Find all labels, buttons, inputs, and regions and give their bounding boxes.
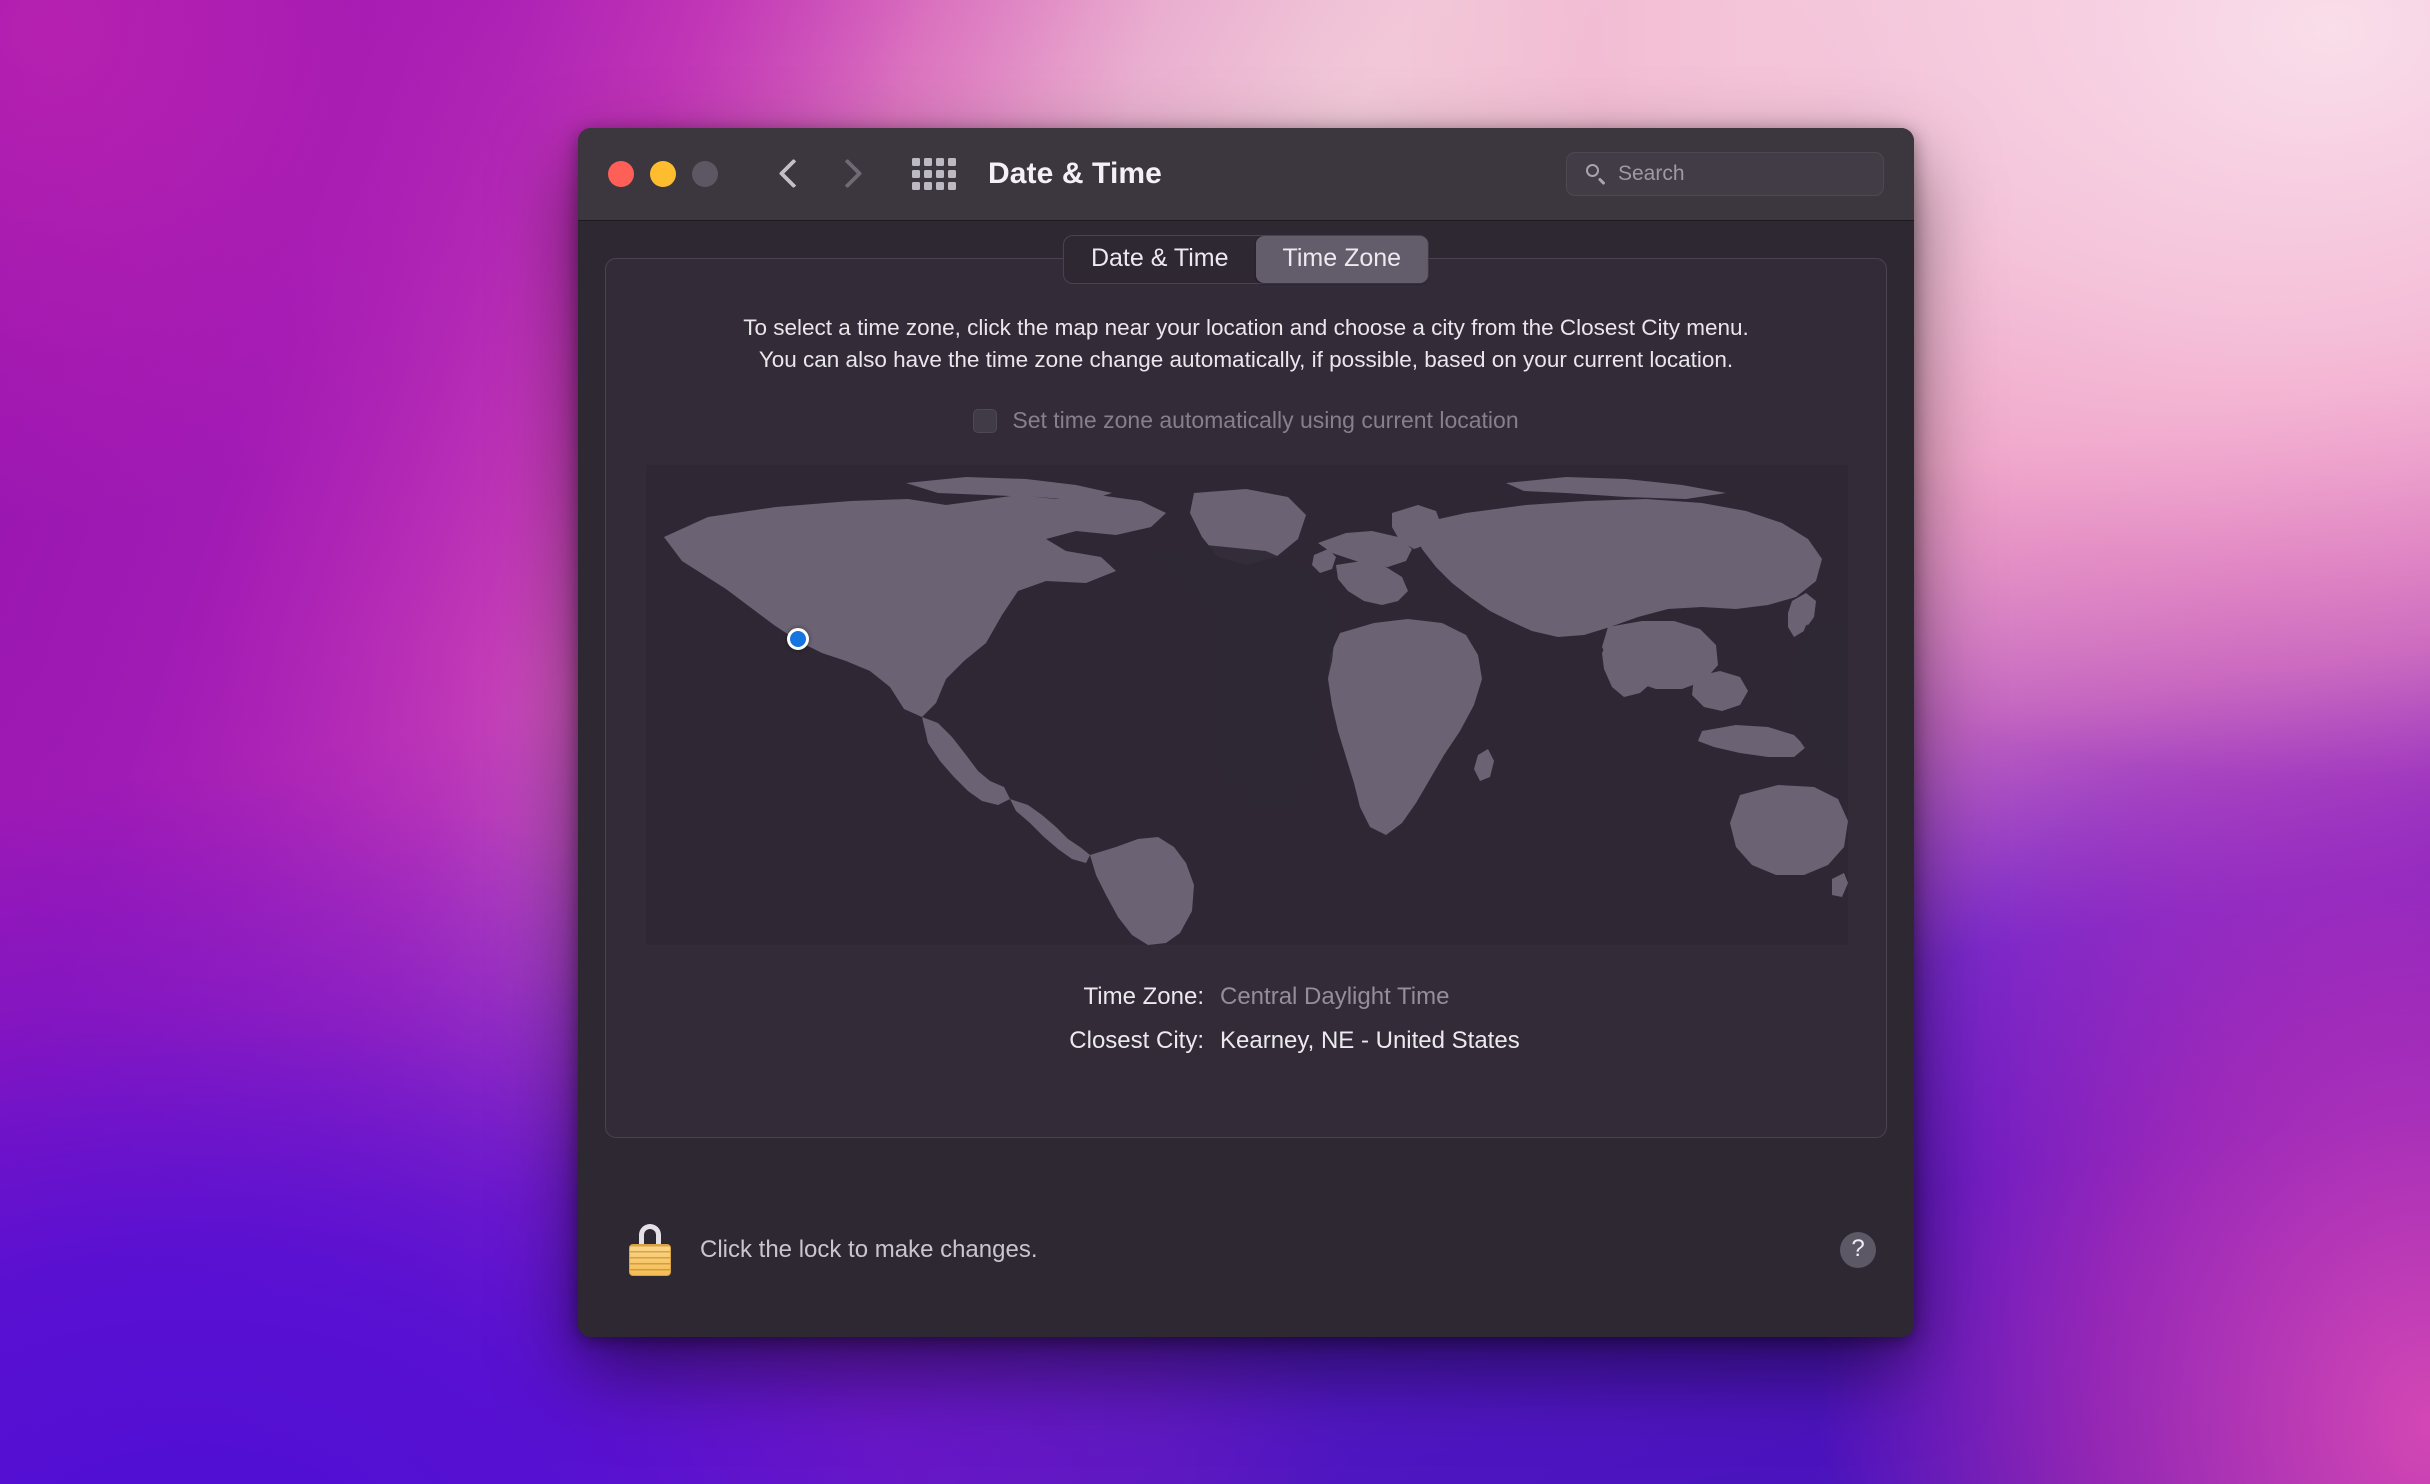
date-and-time-preferences-window: Date & Time Search Date & Time Time Zone… — [578, 128, 1914, 1337]
world-map-svg — [646, 465, 1848, 945]
grid-dot — [912, 170, 920, 178]
timezone-value: Central Daylight Time — [1220, 983, 1450, 1010]
navigation-buttons — [778, 157, 860, 191]
window-body: Date & Time Time Zone To select a time z… — [578, 221, 1914, 1337]
timezone-row: Time Zone: Central Daylight Time — [606, 983, 1886, 1011]
window-titlebar: Date & Time Search — [578, 128, 1914, 221]
grid-dot — [924, 158, 932, 166]
window-title: Date & Time — [988, 157, 1162, 190]
instructions-text: To select a time zone, click the map nea… — [606, 312, 1886, 376]
grid-dot — [912, 158, 920, 166]
timezone-panel: Date & Time Time Zone To select a time z… — [605, 236, 1887, 1138]
help-question-icon[interactable]: ? — [1840, 1231, 1876, 1268]
grid-dot — [912, 182, 920, 190]
grid-dot — [924, 170, 932, 178]
tab-time-zone[interactable]: Time Zone — [1255, 236, 1429, 283]
search-field[interactable]: Search — [1566, 152, 1884, 196]
search-icon — [1585, 163, 1607, 185]
traffic-lights — [608, 161, 718, 187]
tab-bar: Date & Time Time Zone — [1063, 236, 1429, 283]
location-marker-icon — [787, 628, 809, 650]
closest-city-row: Closest City: Kearney, NE - United State… — [606, 1027, 1886, 1055]
grid-dot — [948, 170, 956, 178]
auto-timezone-label: Set time zone automatically using curren… — [1012, 407, 1519, 433]
auto-timezone-row[interactable]: Set time zone automatically using curren… — [606, 407, 1886, 434]
auto-timezone-checkbox[interactable] — [973, 408, 998, 433]
lock-body — [629, 1243, 671, 1276]
minimize-button[interactable] — [650, 161, 676, 187]
timezone-label: Time Zone: — [1083, 983, 1204, 1010]
closest-city-value[interactable]: Kearney, NE - United States — [1220, 1027, 1520, 1055]
chevron-left-icon[interactable] — [778, 157, 804, 191]
tab-date-and-time[interactable]: Date & Time — [1064, 236, 1256, 283]
zoom-button — [692, 161, 718, 187]
world-map[interactable] — [646, 465, 1848, 945]
lock-hint-text: Click the lock to make changes. — [700, 1235, 1038, 1263]
search-placeholder: Search — [1618, 162, 1685, 185]
window-footer: Click the lock to make changes. ? — [578, 1162, 1914, 1337]
grid-dot — [948, 182, 956, 190]
show-all-grid-icon[interactable] — [912, 158, 956, 190]
timezone-info: Time Zone: Central Daylight Time Closest… — [606, 983, 1886, 1071]
grid-dot — [936, 170, 944, 178]
closest-city-label: Closest City: — [1069, 1027, 1204, 1054]
lock-closed-icon[interactable] — [628, 1223, 672, 1276]
grid-dot — [936, 158, 944, 166]
close-button[interactable] — [608, 161, 634, 187]
desktop-background: Date & Time Search Date & Time Time Zone… — [0, 0, 2430, 1484]
grid-dot — [948, 158, 956, 166]
instructions-line-1: To select a time zone, click the map nea… — [743, 315, 1749, 340]
grid-dot — [924, 182, 932, 190]
grid-dot — [936, 182, 944, 190]
chevron-right-icon — [834, 157, 860, 191]
instructions-line-2: You can also have the time zone change a… — [758, 346, 1734, 372]
